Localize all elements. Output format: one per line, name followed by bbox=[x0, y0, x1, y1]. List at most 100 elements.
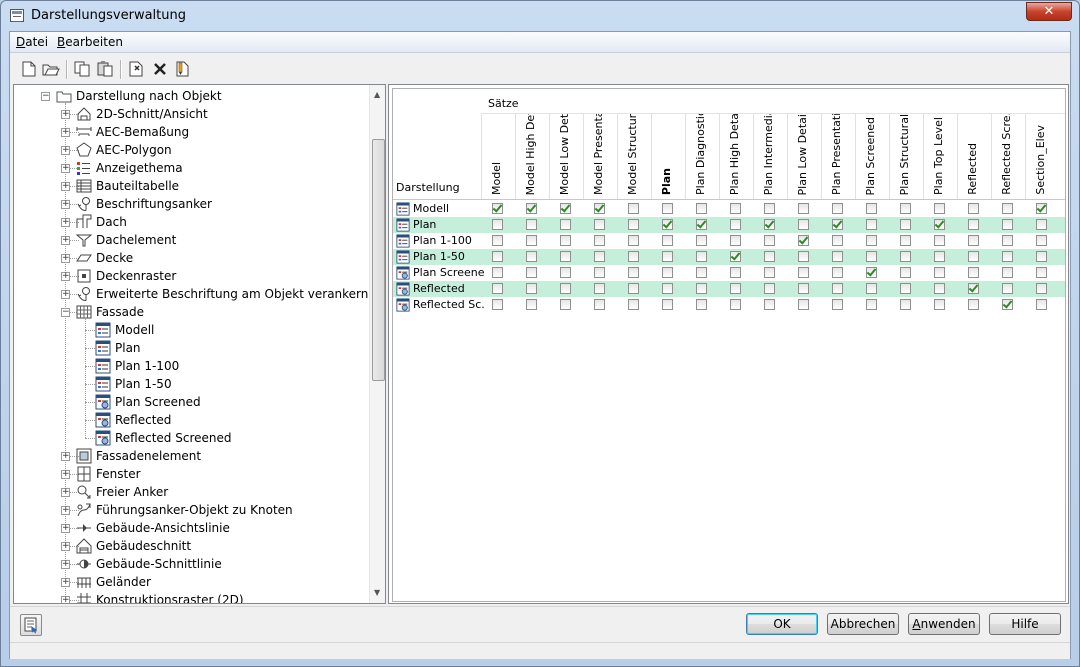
tree-node-object[interactable]: + Fassadenelement bbox=[14, 447, 364, 465]
set-checkbox[interactable] bbox=[526, 203, 537, 214]
set-checkbox[interactable] bbox=[1002, 251, 1013, 262]
tree-node-object[interactable]: + AEC-Bemaßung bbox=[14, 123, 364, 141]
set-checkbox[interactable] bbox=[968, 267, 979, 278]
help-button[interactable]: Hilfe bbox=[989, 613, 1061, 635]
tree-node-rep[interactable]: Plan bbox=[14, 339, 364, 357]
tree-node-object[interactable]: + Dach bbox=[14, 213, 364, 231]
set-checkbox[interactable] bbox=[798, 251, 809, 262]
set-checkbox[interactable] bbox=[866, 283, 877, 294]
set-checkbox[interactable] bbox=[730, 299, 741, 310]
set-checkbox[interactable] bbox=[1036, 267, 1047, 278]
tree-node-object[interactable]: + Deckenraster bbox=[14, 267, 364, 285]
tree-node-object[interactable]: + Decke bbox=[14, 249, 364, 267]
set-checkbox[interactable] bbox=[900, 251, 911, 262]
purge-icon[interactable] bbox=[127, 60, 145, 78]
set-checkbox[interactable] bbox=[662, 283, 673, 294]
set-checkbox[interactable] bbox=[696, 251, 707, 262]
set-checkbox[interactable] bbox=[492, 267, 503, 278]
row-name-cell[interactable]: Plan Screened bbox=[396, 265, 484, 281]
set-checkbox[interactable] bbox=[492, 283, 503, 294]
tree-node-rep[interactable]: Reflected Screened bbox=[14, 429, 364, 447]
column-header[interactable]: Model High Det... bbox=[515, 114, 548, 199]
set-checkbox[interactable] bbox=[662, 299, 673, 310]
set-checkbox[interactable] bbox=[764, 299, 775, 310]
tree-node-rep[interactable]: Modell bbox=[14, 321, 364, 339]
expand-toggle[interactable]: + bbox=[61, 164, 70, 173]
set-checkbox[interactable] bbox=[934, 283, 945, 294]
set-checkbox[interactable] bbox=[798, 267, 809, 278]
set-checkbox[interactable] bbox=[832, 267, 843, 278]
menu-datei[interactable]: Datei bbox=[16, 35, 48, 49]
set-checkbox[interactable] bbox=[594, 251, 605, 262]
set-checkbox[interactable] bbox=[900, 299, 911, 310]
set-checkbox[interactable] bbox=[866, 267, 877, 278]
column-header[interactable]: Plan bbox=[651, 114, 684, 199]
menu-bearbeiten[interactable]: Bearbeiten bbox=[57, 35, 123, 49]
help-context-icon[interactable] bbox=[20, 614, 42, 636]
set-checkbox[interactable] bbox=[866, 203, 877, 214]
expand-toggle[interactable]: + bbox=[61, 560, 70, 569]
row-name-cell[interactable]: Reflected bbox=[396, 281, 484, 297]
tree-node-object[interactable]: + Freier Anker bbox=[14, 483, 364, 501]
set-checkbox[interactable] bbox=[560, 219, 571, 230]
set-checkbox[interactable] bbox=[968, 235, 979, 246]
tree-node-object[interactable]: + Erweiterte Beschriftung am Objekt veran… bbox=[14, 285, 368, 303]
set-checkbox[interactable] bbox=[526, 219, 537, 230]
expand-toggle[interactable]: + bbox=[61, 488, 70, 497]
tree-node-rep[interactable]: Reflected bbox=[14, 411, 364, 429]
collapse-toggle[interactable]: − bbox=[41, 92, 50, 101]
expand-toggle[interactable]: + bbox=[61, 470, 70, 479]
expand-toggle[interactable]: + bbox=[61, 542, 70, 551]
set-checkbox[interactable] bbox=[866, 251, 877, 262]
column-header[interactable]: Model bbox=[481, 114, 514, 199]
set-checkbox[interactable] bbox=[1036, 299, 1047, 310]
set-checkbox[interactable] bbox=[968, 251, 979, 262]
set-checkbox[interactable] bbox=[730, 283, 741, 294]
apply-button[interactable]: Anwenden bbox=[908, 613, 980, 635]
set-checkbox[interactable] bbox=[560, 235, 571, 246]
set-checkbox[interactable] bbox=[1002, 235, 1013, 246]
column-header[interactable]: Plan Top Level bbox=[923, 114, 956, 199]
set-checkbox[interactable] bbox=[900, 203, 911, 214]
collapse-toggle[interactable]: − bbox=[61, 308, 70, 317]
set-checkbox[interactable] bbox=[730, 251, 741, 262]
column-header[interactable]: Plan Diagnostic bbox=[685, 114, 718, 199]
expand-toggle[interactable]: + bbox=[61, 524, 70, 533]
open-icon[interactable] bbox=[42, 60, 60, 78]
close-button[interactable]: ✕ bbox=[1026, 2, 1072, 21]
set-checkbox[interactable] bbox=[628, 219, 639, 230]
tree-node-object[interactable]: + Gebäudeschnitt bbox=[14, 537, 364, 555]
set-checkbox[interactable] bbox=[1002, 299, 1013, 310]
expand-toggle[interactable]: + bbox=[61, 146, 70, 155]
expand-toggle[interactable]: + bbox=[61, 128, 70, 137]
set-checkbox[interactable] bbox=[730, 203, 741, 214]
set-checkbox[interactable] bbox=[526, 299, 537, 310]
set-checkbox[interactable] bbox=[764, 267, 775, 278]
expand-toggle[interactable]: + bbox=[61, 218, 70, 227]
tree-node-object[interactable]: − Fassade bbox=[14, 303, 364, 321]
tree-node-object[interactable]: + Geländer bbox=[14, 573, 364, 591]
set-checkbox[interactable] bbox=[934, 219, 945, 230]
set-checkbox[interactable] bbox=[526, 283, 537, 294]
column-header[interactable]: Plan Structural bbox=[889, 114, 922, 199]
tree-node-object[interactable]: + Anzeigethema bbox=[14, 159, 364, 177]
set-checkbox[interactable] bbox=[662, 219, 673, 230]
column-header[interactable]: Reflected bbox=[957, 114, 990, 199]
expand-toggle[interactable]: + bbox=[61, 272, 70, 281]
set-checkbox[interactable] bbox=[1002, 203, 1013, 214]
set-checkbox[interactable] bbox=[798, 299, 809, 310]
set-checkbox[interactable] bbox=[526, 251, 537, 262]
tree-node-object[interactable]: + Fenster bbox=[14, 465, 364, 483]
set-checkbox[interactable] bbox=[866, 235, 877, 246]
tree-node-object[interactable]: +2D-Schnitt/Ansicht bbox=[14, 105, 364, 123]
expand-toggle[interactable]: + bbox=[61, 578, 70, 587]
set-checkbox[interactable] bbox=[1002, 219, 1013, 230]
set-checkbox[interactable] bbox=[798, 283, 809, 294]
set-checkbox[interactable] bbox=[1002, 267, 1013, 278]
set-checkbox[interactable] bbox=[798, 203, 809, 214]
expand-toggle[interactable]: + bbox=[61, 236, 70, 245]
set-checkbox[interactable] bbox=[696, 267, 707, 278]
set-checkbox[interactable] bbox=[934, 251, 945, 262]
set-checkbox[interactable] bbox=[628, 203, 639, 214]
set-checkbox[interactable] bbox=[968, 203, 979, 214]
